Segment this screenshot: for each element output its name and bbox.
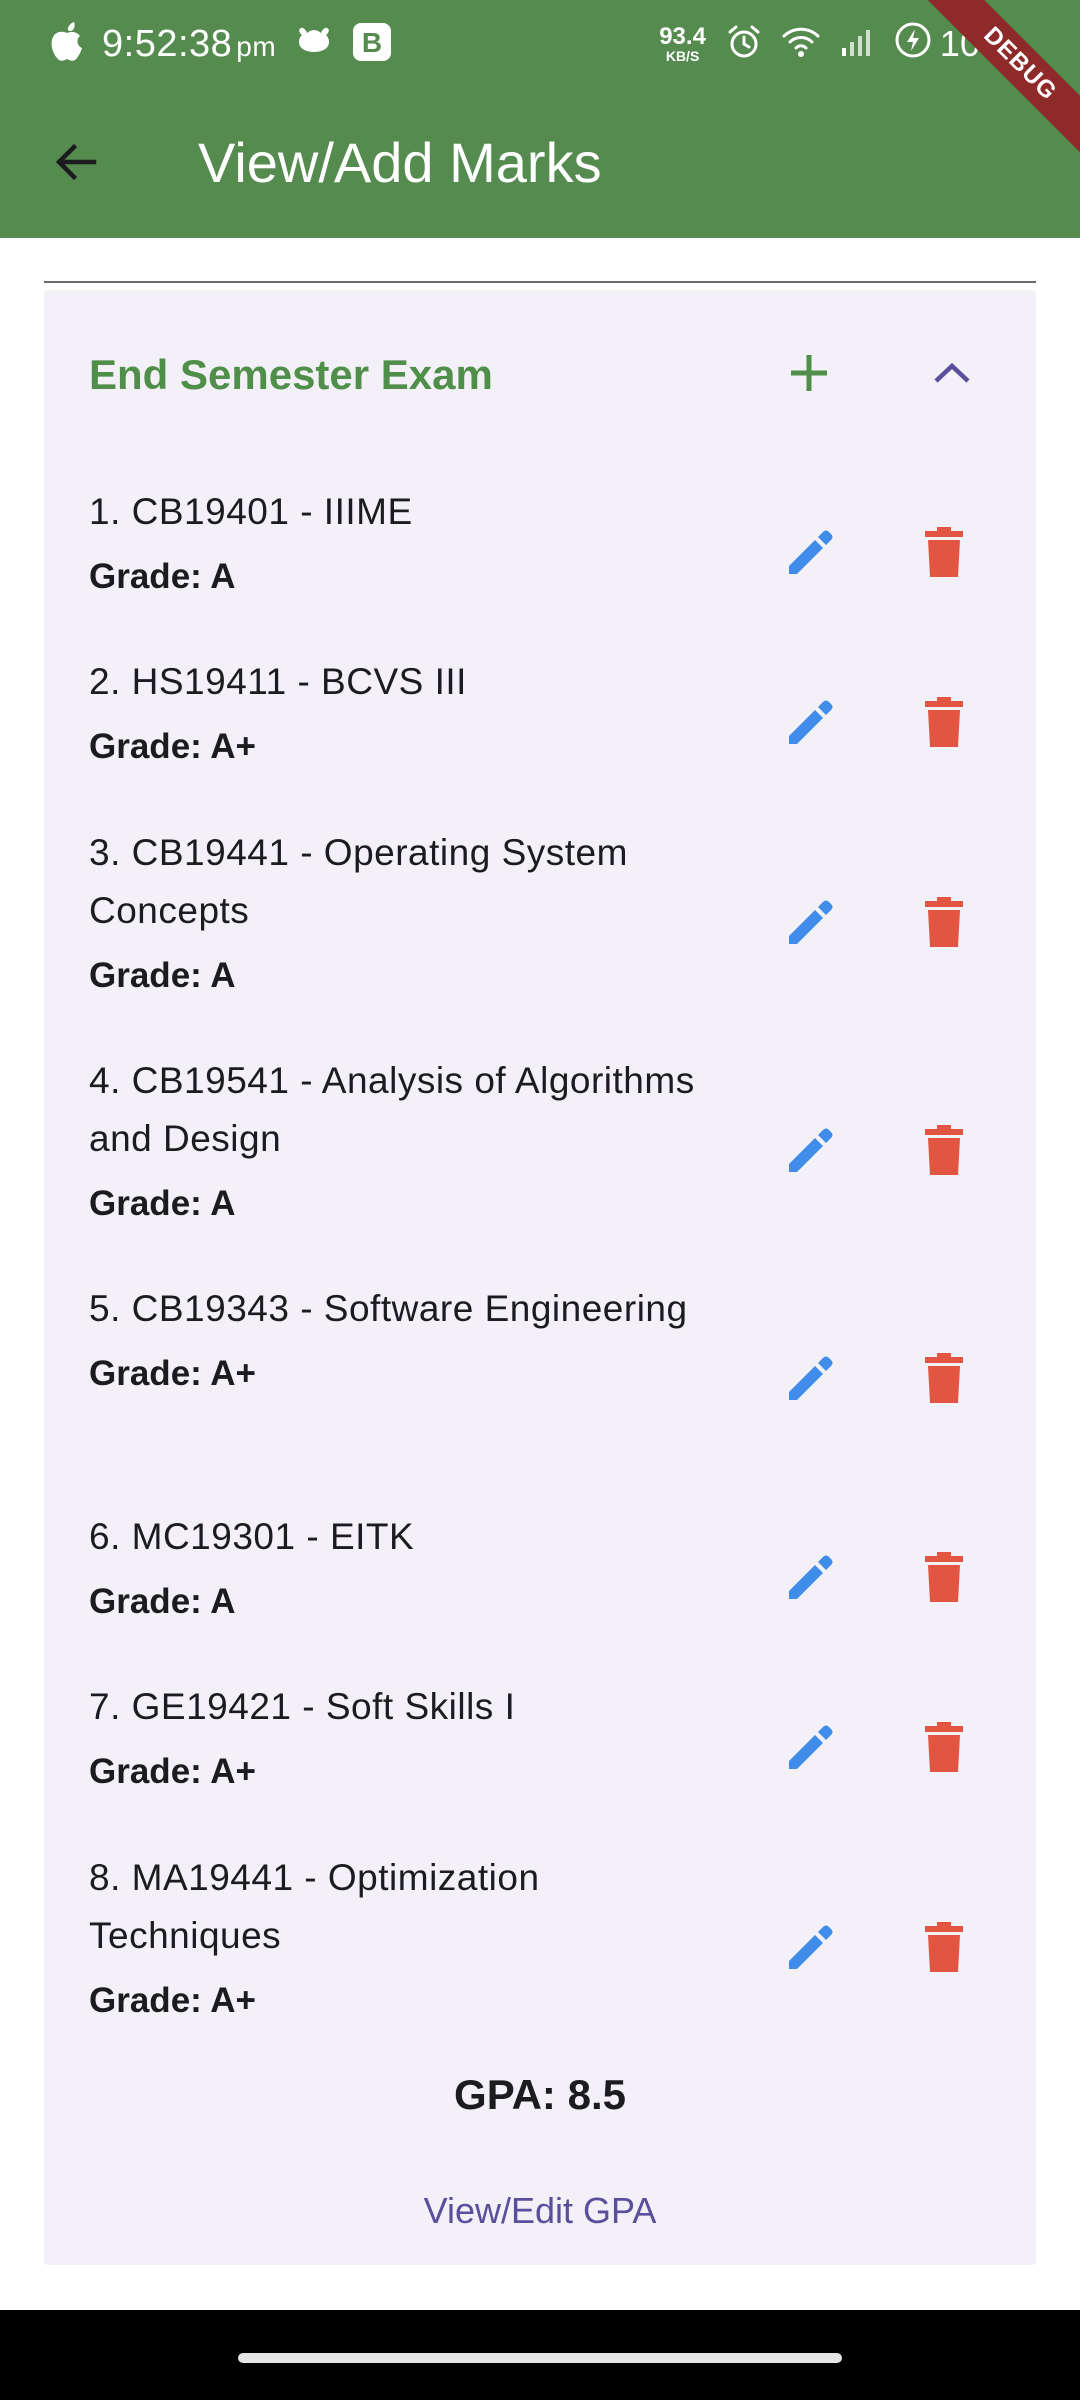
status-left: 9:52:38 pm B — [50, 18, 392, 70]
notification-app-icon — [294, 25, 334, 64]
edit-button[interactable] — [771, 684, 851, 764]
course-text: 8. MA19441 - Optimization Techniques Gra… — [89, 1849, 709, 2027]
edit-button[interactable] — [771, 1340, 851, 1420]
navigation-bar — [0, 2310, 1080, 2400]
edit-button[interactable] — [771, 1709, 851, 1789]
edit-button[interactable] — [771, 1539, 851, 1619]
course-name: 5. CB19343 - Software Engineering — [89, 1288, 688, 1329]
trash-icon — [924, 896, 964, 952]
course-text: 3. CB19441 - Operating System Concepts G… — [89, 824, 709, 1002]
gpa-value: GPA: 8.5 — [454, 2071, 626, 2118]
wifi-icon — [782, 26, 820, 63]
delete-button[interactable] — [904, 1340, 984, 1420]
delete-button[interactable] — [904, 1909, 984, 1989]
b-app-icon: B — [352, 22, 392, 67]
view-edit-gpa-button[interactable]: View/Edit GPA — [390, 2186, 690, 2236]
course-text: 2. HS19411 - BCVS III Grade: A+ — [89, 653, 709, 773]
pencil-icon — [785, 526, 837, 583]
course-name: 8. MA19441 - Optimization Techniques — [89, 1857, 540, 1956]
course-grade: Grade: A — [89, 1582, 236, 1621]
pencil-icon — [785, 1352, 837, 1409]
edit-button[interactable] — [771, 884, 851, 964]
home-indicator[interactable] — [238, 2353, 842, 2363]
delete-button[interactable] — [904, 684, 984, 764]
course-grade: Grade: A — [89, 956, 236, 995]
plus-icon — [787, 351, 831, 400]
course-grade: Grade: A+ — [89, 727, 256, 766]
course-text: 1. CB19401 - IIIME Grade: A — [89, 483, 709, 603]
trash-icon — [924, 1551, 964, 1607]
battery-charging-icon — [894, 21, 932, 68]
svg-text:B: B — [362, 27, 382, 58]
delete-button[interactable] — [904, 884, 984, 964]
edit-button[interactable] — [771, 1112, 851, 1192]
pencil-icon — [785, 696, 837, 753]
status-bar: 9:52:38 pm B 93.4 KB/S 100 — [0, 0, 1080, 88]
pencil-icon — [785, 1124, 837, 1181]
delete-button[interactable] — [904, 514, 984, 594]
trash-icon — [924, 1352, 964, 1408]
course-text: 6. MC19301 - EITK Grade: A — [89, 1508, 709, 1628]
signal-icon — [840, 26, 874, 63]
network-speed: 93.4 KB/S — [659, 23, 706, 64]
top-divider — [44, 281, 1036, 283]
status-time: 9:52:38 pm — [102, 22, 277, 65]
course-name: 6. MC19301 - EITK — [89, 1516, 415, 1557]
delete-button[interactable] — [904, 1112, 984, 1192]
exam-panel: End Semester Exam 1. CB19401 - IIIME Gra… — [44, 290, 1036, 2265]
back-button[interactable] — [40, 128, 112, 200]
pencil-icon — [785, 1721, 837, 1778]
course-text: 5. CB19343 - Software Engineering Grade:… — [89, 1280, 709, 1400]
edit-button[interactable] — [771, 514, 851, 594]
trash-icon — [924, 1124, 964, 1180]
pencil-icon — [785, 1551, 837, 1608]
add-mark-button[interactable] — [769, 335, 849, 415]
delete-button[interactable] — [904, 1539, 984, 1619]
trash-icon — [924, 1921, 964, 1977]
section-title: End Semester Exam — [89, 351, 493, 398]
header: 9:52:38 pm B 93.4 KB/S 100 DEBUG View/Ad… — [0, 0, 1080, 238]
course-name: 4. CB19541 - Analysis of Algorithms and … — [89, 1060, 695, 1159]
page-title: View/Add Marks — [198, 131, 602, 194]
course-name: 3. CB19441 - Operating System Concepts — [89, 832, 628, 931]
pencil-icon — [785, 896, 837, 953]
trash-icon — [924, 526, 964, 582]
course-text: 4. CB19541 - Analysis of Algorithms and … — [89, 1052, 709, 1230]
course-grade: Grade: A+ — [89, 1981, 256, 2020]
chevron-up-icon — [932, 361, 972, 390]
trash-icon — [924, 696, 964, 752]
apple-icon — [50, 21, 84, 67]
course-name: 2. HS19411 - BCVS III — [89, 661, 467, 702]
collapse-button[interactable] — [912, 335, 992, 415]
pencil-icon — [785, 1921, 837, 1978]
course-grade: Grade: A+ — [89, 1354, 256, 1393]
app-bar: View/Add Marks — [0, 88, 1080, 238]
edit-button[interactable] — [771, 1909, 851, 1989]
course-name: 1. CB19401 - IIIME — [89, 491, 413, 532]
course-grade: Grade: A — [89, 557, 236, 596]
course-text: 7. GE19421 - Soft Skills I Grade: A+ — [89, 1678, 709, 1798]
alarm-icon — [726, 24, 762, 65]
course-grade: Grade: A — [89, 1184, 236, 1223]
course-name: 7. GE19421 - Soft Skills I — [89, 1686, 516, 1727]
status-right: 93.4 KB/S 100 — [659, 18, 1000, 70]
arrow-back-icon — [52, 138, 100, 191]
delete-button[interactable] — [904, 1709, 984, 1789]
course-grade: Grade: A+ — [89, 1752, 256, 1791]
trash-icon — [924, 1721, 964, 1777]
